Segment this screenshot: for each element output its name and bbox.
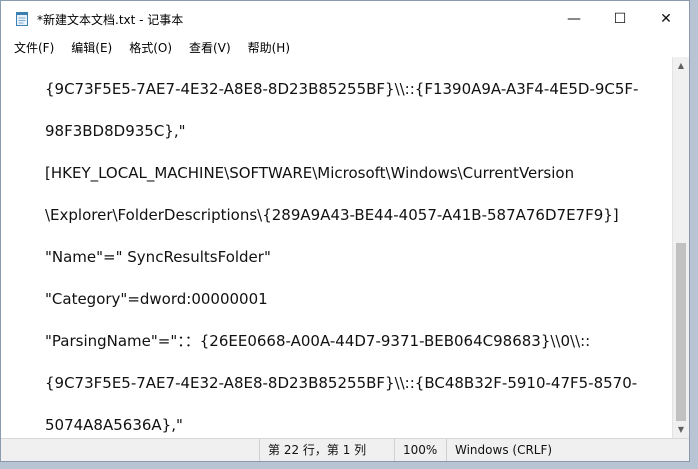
text-line: "ParsingName"="：：{26EE0668-A00A-44D7-937… [45, 332, 591, 350]
text-line: 5074A8A5636A}," [45, 416, 183, 434]
text-line: \Explorer\FolderDescriptions\{289A9A43-B… [45, 206, 619, 224]
title-bar[interactable]: *新建文本文档.txt - 记事本 — ☐ ✕ [1, 1, 689, 37]
line-ending: Windows (CRLF) [446, 439, 552, 461]
status-bar: 第 22 行，第 1 列 100% Windows (CRLF) [1, 438, 689, 461]
window-controls: — ☐ ✕ [551, 1, 689, 37]
minimize-icon: — [567, 11, 581, 27]
maximize-button[interactable]: ☐ [597, 1, 643, 37]
scroll-up-arrow-icon[interactable]: ▲ [673, 57, 689, 74]
menu-file[interactable]: 文件(F) [6, 39, 63, 56]
maximize-icon: ☐ [613, 11, 627, 27]
text-line: "Name"=" SyncResultsFolder" [45, 248, 271, 266]
menu-edit[interactable]: 编辑(E) [63, 39, 121, 56]
menu-bar: 文件(F) 编辑(E) 格式(O) 查看(V) 帮助(H) [1, 37, 689, 57]
text-editor[interactable]: {9C73F5E5-7AE7-4E32-A8E8-8D23B85255BF}\\… [1, 57, 672, 438]
close-button[interactable]: ✕ [643, 1, 689, 37]
notepad-window: *新建文本文档.txt - 记事本 — ☐ ✕ 文件(F) 编辑(E) 格式(O… [0, 0, 690, 462]
menu-view[interactable]: 查看(V) [181, 39, 240, 56]
text-line: {9C73F5E5-7AE7-4E32-A8E8-8D23B85255BF}\\… [45, 374, 638, 392]
menu-format[interactable]: 格式(O) [121, 39, 181, 56]
cursor-position: 第 22 行，第 1 列 [259, 439, 366, 461]
minimize-button[interactable]: — [551, 1, 597, 37]
close-icon: ✕ [660, 11, 672, 27]
text-line: "Category"=dword:00000001 [45, 290, 268, 308]
scrollbar-thumb[interactable] [676, 243, 686, 421]
vertical-scrollbar[interactable]: ▲ ▼ [672, 57, 689, 438]
text-line: [HKEY_LOCAL_MACHINE\SOFTWARE\Microsoft\W… [45, 164, 575, 182]
menu-help[interactable]: 帮助(H) [240, 39, 299, 56]
zoom-level: 100% [394, 439, 437, 461]
text-line: {9C73F5E5-7AE7-4E32-A8E8-8D23B85255BF}\\… [45, 80, 639, 98]
scroll-down-arrow-icon[interactable]: ▼ [673, 421, 689, 438]
notepad-icon [14, 11, 30, 27]
text-line: 98F3BD8D935C}," [45, 122, 186, 140]
window-title: *新建文本文档.txt - 记事本 [37, 12, 184, 27]
